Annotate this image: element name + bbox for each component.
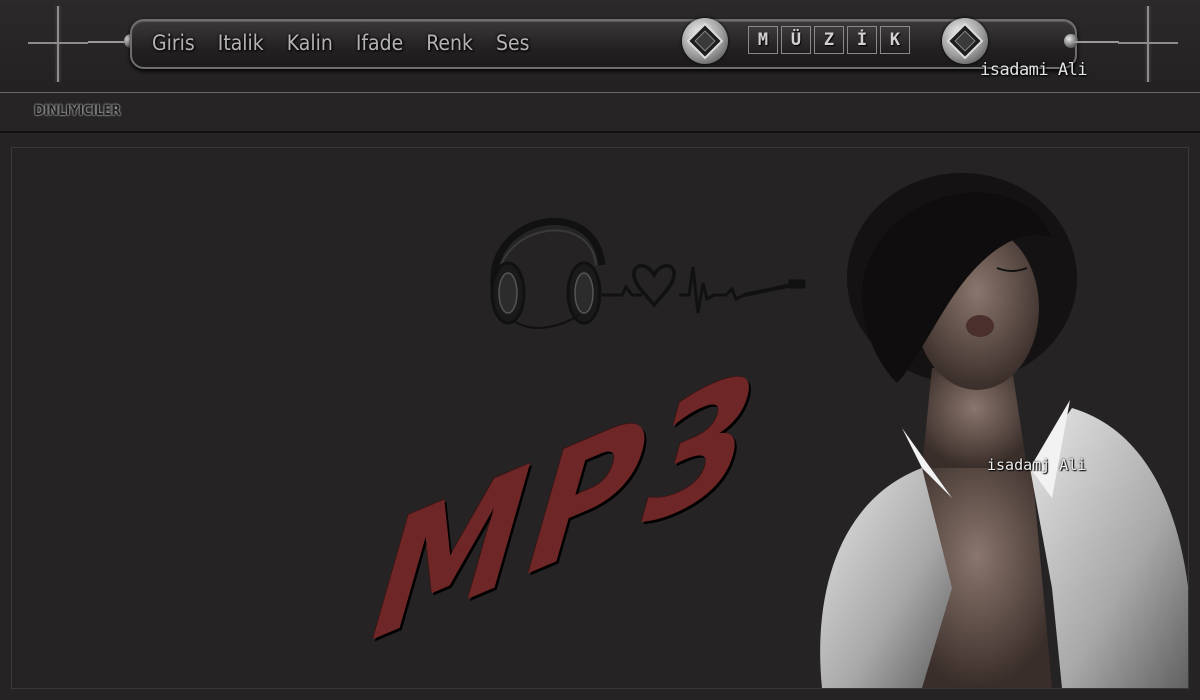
right-connector-line bbox=[1073, 41, 1119, 43]
portrait-signature: isadamj Ali bbox=[987, 456, 1087, 474]
diamond-icon[interactable] bbox=[942, 18, 988, 64]
left-crosshair-ornament bbox=[28, 6, 88, 82]
top-bar: Giris Italik Kalin Ifade Renk Ses M Ü Z … bbox=[0, 0, 1200, 93]
heart-icon bbox=[602, 264, 806, 314]
music-letter-buttons: M Ü Z İ K bbox=[748, 26, 910, 54]
nav-link-italik[interactable]: Italik bbox=[218, 31, 264, 55]
main-navigation-bar: Giris Italik Kalin Ifade Renk Ses M Ü Z … bbox=[130, 18, 1077, 69]
nav-link-ses[interactable]: Ses bbox=[496, 31, 529, 55]
headphones-heartbeat-logo bbox=[490, 217, 806, 329]
listeners-bar: DINLIYICILER bbox=[0, 93, 1200, 133]
music-letter-k[interactable]: K bbox=[880, 26, 910, 54]
diamond-icon[interactable] bbox=[682, 18, 728, 64]
music-letter-i[interactable]: İ bbox=[847, 26, 877, 54]
music-letter-u[interactable]: Ü bbox=[781, 26, 811, 54]
nav-links: Giris Italik Kalin Ifade Renk Ses bbox=[152, 31, 529, 55]
brand-signature: isadami Ali bbox=[980, 60, 1088, 80]
music-letter-z[interactable]: Z bbox=[814, 26, 844, 54]
main-content-panel: MP3 isadamj Ali bbox=[11, 147, 1189, 689]
woman-portrait-image bbox=[820, 173, 1188, 688]
listeners-label[interactable]: DINLIYICILER bbox=[34, 103, 121, 119]
music-letter-m[interactable]: M bbox=[748, 26, 778, 54]
mp3-logo-text: MP3 bbox=[347, 326, 786, 686]
nav-link-ifade[interactable]: Ifade bbox=[356, 31, 403, 55]
nav-link-renk[interactable]: Renk bbox=[426, 31, 473, 55]
headphones-icon bbox=[490, 217, 606, 329]
nav-link-kalin[interactable]: Kalin bbox=[287, 31, 333, 55]
right-crosshair-ornament bbox=[1118, 6, 1178, 82]
nav-link-giris[interactable]: Giris bbox=[152, 31, 195, 55]
